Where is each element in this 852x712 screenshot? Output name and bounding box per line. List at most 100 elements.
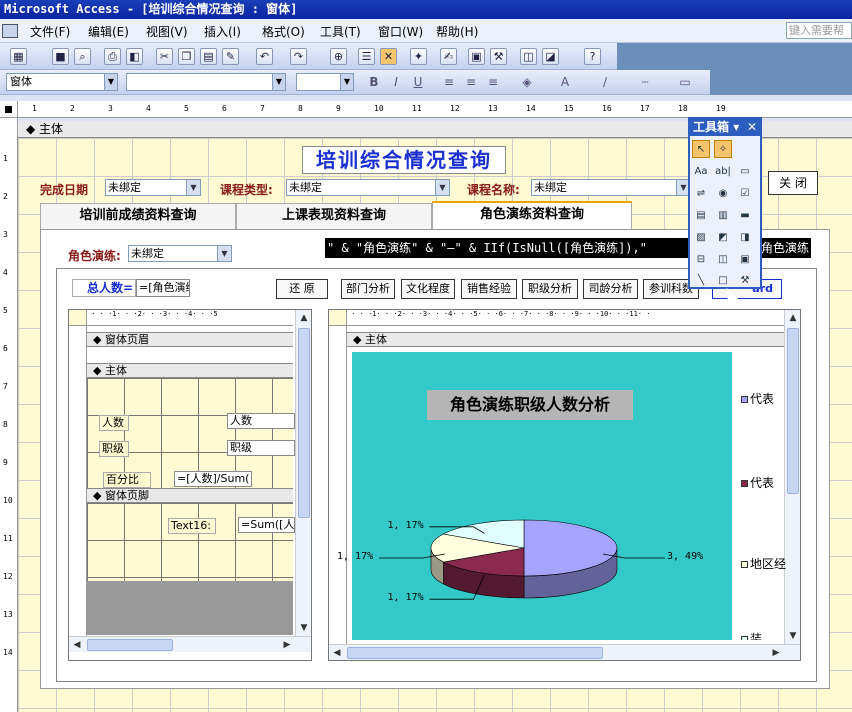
scroll-left-icon[interactable]: ◀ — [69, 637, 85, 653]
special-effect-icon[interactable]: ▭ — [676, 74, 694, 91]
vertical-ruler[interactable]: 1 2 3 4 5 6 7 8 9 10 11 12 13 14 — [0, 118, 18, 712]
option-group-tool-icon[interactable]: ▭ — [736, 163, 754, 181]
detail-section[interactable]: ◆ 主体 — [87, 363, 293, 378]
toolbox-icon[interactable]: ✕ — [380, 48, 397, 65]
horizontal-ruler[interactable]: 1 2 3 4 5 6 7 8 9 10 11 12 13 14 15 16 17 18 19 — [18, 101, 852, 118]
autoformat-icon[interactable]: ✦ — [410, 48, 427, 65]
view-icon[interactable]: ▦ — [10, 48, 27, 65]
field-list-icon[interactable]: ☰ — [358, 48, 375, 65]
unbound-object-tool-icon[interactable]: ◩ — [714, 229, 732, 247]
menu-format[interactable]: 格式(O) — [262, 23, 305, 40]
label-tool-icon[interactable]: Aa — [692, 163, 710, 181]
scroll-left-icon[interactable]: ◀ — [329, 645, 345, 661]
line-tool-icon[interactable]: ╲ — [692, 272, 710, 290]
search-icon[interactable]: ⌕ — [74, 48, 91, 65]
form-title[interactable]: 培训综合情况查询 — [302, 146, 506, 174]
radio-tool-icon[interactable]: ◉ — [714, 185, 732, 203]
close-icon[interactable]: ✕ — [747, 119, 757, 136]
properties-icon[interactable]: ▣ — [468, 48, 485, 65]
right-vertical-scrollbar[interactable]: ▲ ▼ — [784, 310, 800, 644]
hyperlink-icon[interactable]: ⊕ — [330, 48, 347, 65]
textbox-tool-icon[interactable]: ab| — [714, 163, 732, 181]
scroll-right-icon[interactable]: ▶ — [768, 645, 784, 661]
menu-view[interactable]: 视图(V) — [146, 23, 188, 40]
checkbox-tool-icon[interactable]: ☑ — [736, 185, 754, 203]
line-color-icon[interactable]: ∕ — [596, 74, 614, 91]
code-icon[interactable]: ✍ — [440, 48, 457, 65]
combo-tool-icon[interactable]: ▤ — [692, 207, 710, 225]
education-button[interactable]: 文化程度 — [401, 279, 455, 299]
bold-button[interactable]: B — [365, 74, 383, 91]
font-size-combo[interactable]: ▼ — [296, 73, 354, 91]
toolbox-panel[interactable]: 工具箱 ▾ ✕ ↖ ✧ Aa ab| ▭ ⇌ ◉ ☑ ▤ ▥ ▬ ▨ ◩ ◨ ⊟… — [688, 117, 762, 289]
line-width-icon[interactable]: ┄ — [636, 74, 654, 91]
total-field[interactable]: =[角色演练] — [136, 279, 190, 297]
menu-edit[interactable]: 编辑(E) — [88, 23, 129, 40]
font-color-icon[interactable]: A — [556, 74, 574, 91]
align-center-icon[interactable]: ≡ — [462, 74, 480, 91]
image-tool-icon[interactable]: ▨ — [692, 229, 710, 247]
scroll-up-icon[interactable]: ▲ — [296, 310, 312, 326]
tab-pre-training[interactable]: 培训前成绩资料查询 — [40, 203, 236, 229]
tab-role-play[interactable]: 角色演练资料查询 — [432, 201, 632, 230]
course-name-combo[interactable]: 未绑定 ▼ — [531, 179, 691, 196]
undo-icon[interactable]: ↶ — [256, 48, 273, 65]
scroll-down-icon[interactable]: ▼ — [296, 620, 312, 636]
rank-label[interactable]: 职级 — [99, 441, 129, 457]
italic-button[interactable]: I — [387, 74, 405, 91]
tab-class-performance[interactable]: 上课表现资料查询 — [236, 203, 432, 229]
subform-tool-icon[interactable]: ▣ — [736, 251, 754, 269]
count-label[interactable]: 人数 — [99, 415, 129, 431]
wizard-tool-icon[interactable]: ✧ — [714, 140, 732, 158]
menu-window[interactable]: 窗口(W) — [378, 23, 423, 40]
sum-field[interactable]: =Sum([人数 — [238, 517, 295, 533]
text16-label[interactable]: Text16: — [168, 518, 216, 534]
reset-button[interactable]: 还 原 — [276, 279, 328, 299]
date-combo[interactable]: 未绑定 ▼ — [105, 179, 201, 196]
form-selector[interactable] — [0, 101, 18, 118]
redo-icon[interactable]: ↷ — [290, 48, 307, 65]
form-footer-section[interactable]: ◆ 窗体页脚 — [87, 488, 293, 503]
bound-object-tool-icon[interactable]: ◨ — [736, 229, 754, 247]
rank-analysis-button[interactable]: 职级分析 — [522, 279, 578, 299]
sales-experience-button[interactable]: 销售经验 — [461, 279, 517, 299]
copy-icon[interactable]: ❐ — [178, 48, 195, 65]
left-horizontal-scrollbar[interactable]: ◀ ▶ — [69, 636, 311, 652]
paste-icon[interactable]: ▤ — [200, 48, 217, 65]
underline-button[interactable]: U — [409, 74, 427, 91]
list-tool-icon[interactable]: ▥ — [714, 207, 732, 225]
help-search-input[interactable]: 键入需要帮 — [786, 22, 852, 39]
more-controls-tool-icon[interactable]: ⚒ — [736, 272, 754, 290]
database-window-icon[interactable]: ◫ — [520, 48, 537, 65]
count-field[interactable]: 人数 — [227, 413, 295, 429]
menu-tools[interactable]: 工具(T) — [320, 23, 361, 40]
cut-icon[interactable]: ✂ — [156, 48, 173, 65]
toolbox-title[interactable]: 工具箱 ▾ ✕ — [690, 119, 760, 136]
menu-file[interactable]: 文件(F) — [30, 23, 70, 40]
print-icon[interactable]: ⎙ — [104, 48, 121, 65]
form-header-section[interactable]: ◆ 窗体页眉 — [87, 332, 293, 347]
left-vertical-scrollbar[interactable]: ▲ ▼ — [295, 310, 311, 636]
detail-section[interactable]: ◆ 主体 — [347, 332, 784, 347]
scroll-right-icon[interactable]: ▶ — [279, 637, 295, 653]
builder-icon[interactable]: ⚒ — [490, 48, 507, 65]
select-tool-icon[interactable]: ↖ — [692, 140, 710, 158]
object-combo[interactable]: 窗体 ▼ — [6, 73, 118, 91]
preview-icon[interactable]: ◧ — [126, 48, 143, 65]
tab-tool-icon[interactable]: ◫ — [714, 251, 732, 269]
new-object-icon[interactable]: ◪ — [542, 48, 559, 65]
scroll-up-icon[interactable]: ▲ — [785, 310, 801, 326]
tenure-analysis-button[interactable]: 司龄分析 — [583, 279, 638, 299]
close-button[interactable]: 关 闭 — [768, 171, 818, 195]
align-left-icon[interactable]: ≡ — [440, 74, 458, 91]
menu-help[interactable]: 帮助(H) — [436, 23, 478, 40]
form-icon[interactable] — [2, 24, 18, 38]
menu-insert[interactable]: 插入(I) — [204, 23, 241, 40]
percent-field[interactable]: =[人数]/Sum( — [174, 471, 252, 487]
course-type-combo[interactable]: 未绑定 ▼ — [286, 179, 450, 196]
dept-analysis-button[interactable]: 部门分析 — [341, 279, 395, 299]
role-play-combo[interactable]: 未绑定 ▼ — [128, 245, 232, 262]
help-icon[interactable]: ? — [584, 48, 601, 65]
toggle-tool-icon[interactable]: ⇌ — [692, 185, 710, 203]
save-icon[interactable]: ■ — [52, 48, 69, 65]
